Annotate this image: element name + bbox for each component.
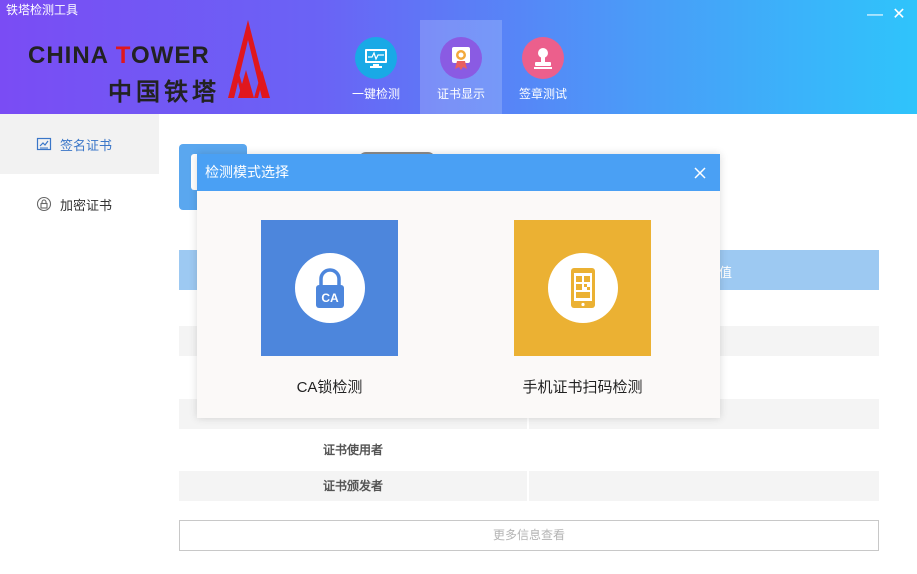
tab-certificate-display[interactable]: 证书显示 bbox=[420, 20, 502, 114]
dialog-close-button[interactable] bbox=[692, 154, 708, 191]
phone-qr-option-label[interactable]: 手机证书扫码检测 bbox=[487, 376, 678, 397]
row-label-subject: 证书使用者 bbox=[322, 443, 383, 457]
row-label-issuer: 证书颁发者 bbox=[179, 471, 527, 501]
sidebar-item-encryption-cert[interactable]: 加密证书 bbox=[0, 174, 159, 234]
tab-label: 证书显示 bbox=[436, 87, 485, 101]
column-header-value: 值 bbox=[719, 265, 733, 280]
sidebar: 签名证书 加密证书 bbox=[0, 114, 159, 574]
sidebar-item-label: 加密证书 bbox=[60, 197, 113, 213]
close-icon bbox=[694, 166, 706, 179]
ca-lock-icon: CA bbox=[294, 253, 365, 323]
tower-mark-icon bbox=[228, 20, 270, 98]
china-tower-logo: CHINA TOWER 中国铁塔 bbox=[18, 14, 276, 106]
dialog-header: 检测模式选择 bbox=[197, 154, 720, 191]
more-info-button[interactable]: 更多信息查看 bbox=[179, 520, 879, 551]
monitor-icon bbox=[355, 37, 397, 79]
sidebar-item-signature-cert[interactable]: 签名证书 bbox=[0, 114, 159, 174]
table-row: 证书颁发者 bbox=[179, 471, 879, 501]
ca-lock-option[interactable]: CA bbox=[261, 220, 398, 356]
logo-chinese: 中国铁塔 bbox=[108, 79, 220, 106]
tab-label: 签章测试 bbox=[518, 87, 567, 101]
close-button[interactable]: ✕ bbox=[890, 6, 908, 24]
minimize-button[interactable]: — bbox=[866, 6, 884, 24]
certificate-icon bbox=[440, 37, 482, 79]
lock-icon bbox=[36, 196, 52, 212]
logo-english: CHINA TOWER bbox=[28, 42, 210, 69]
stamp-icon bbox=[522, 37, 564, 79]
mode-select-dialog: 检测模式选择 CA CA锁检测 手机证书扫码检测 bbox=[197, 154, 720, 418]
sidebar-item-label: 签名证书 bbox=[60, 137, 113, 153]
phone-qr-option[interactable] bbox=[514, 220, 651, 356]
signature-icon bbox=[36, 137, 52, 151]
phone-qr-icon bbox=[547, 253, 618, 323]
ca-lock-option-label[interactable]: CA锁检测 bbox=[261, 376, 398, 397]
tab-label: 一键检测 bbox=[351, 87, 400, 101]
tab-one-click-check[interactable]: 一键检测 bbox=[335, 20, 417, 114]
svg-text:CA: CA bbox=[321, 291, 339, 305]
tab-stamp-test[interactable]: 签章测试 bbox=[502, 20, 584, 114]
table-row: 证书使用者 bbox=[179, 435, 879, 465]
app-header: 铁塔检测工具 CHINA TOWER 中国铁塔 一键检测 证书显示 签章测试 —… bbox=[0, 0, 917, 114]
dialog-title: 检测模式选择 bbox=[205, 164, 289, 180]
